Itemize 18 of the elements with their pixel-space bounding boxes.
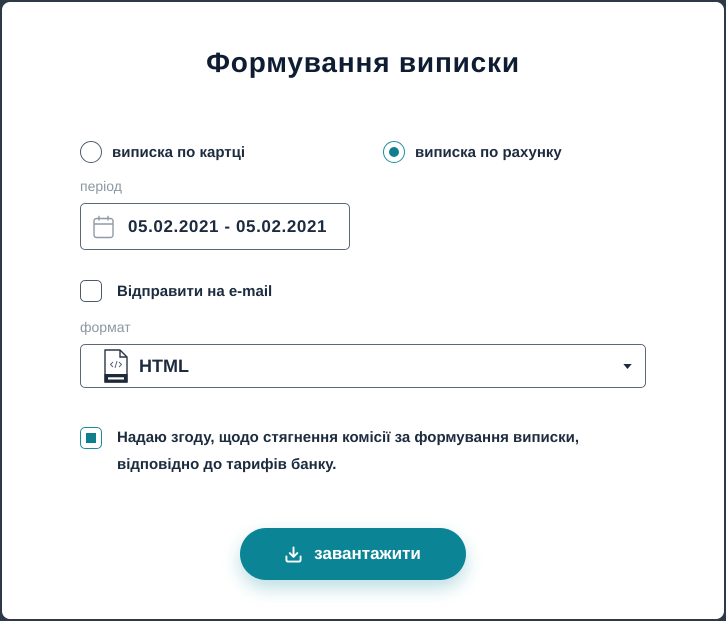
radio-button[interactable] bbox=[383, 141, 405, 163]
field-label: формат bbox=[80, 318, 131, 336]
download-icon bbox=[285, 546, 302, 562]
radio-label[interactable]: виписка по рахунку bbox=[415, 144, 562, 160]
date-range-field[interactable]: 05.02.2021 - 05.02.2021 bbox=[80, 203, 350, 250]
checkbox[interactable] bbox=[80, 427, 102, 449]
consent-text: Надаю згоду, щодо стягнення комісії за формування виписки, відповідно до тарифів банку. bbox=[117, 428, 580, 475]
file-icon bbox=[103, 349, 129, 383]
dialog-title: Формування виписки bbox=[206, 47, 520, 79]
format-dropdown[interactable]: HTML bbox=[80, 344, 646, 388]
checkbox-label[interactable]: Відправити на e-mail bbox=[117, 282, 272, 300]
checkbox[interactable] bbox=[80, 280, 102, 302]
radio-label[interactable]: виписка по картці bbox=[112, 144, 246, 160]
download-button[interactable]: завантажити bbox=[240, 528, 466, 580]
radio-button[interactable] bbox=[80, 141, 102, 163]
field-label: період bbox=[80, 177, 122, 195]
calendar-icon bbox=[93, 214, 114, 238]
caret-icon bbox=[623, 364, 632, 368]
